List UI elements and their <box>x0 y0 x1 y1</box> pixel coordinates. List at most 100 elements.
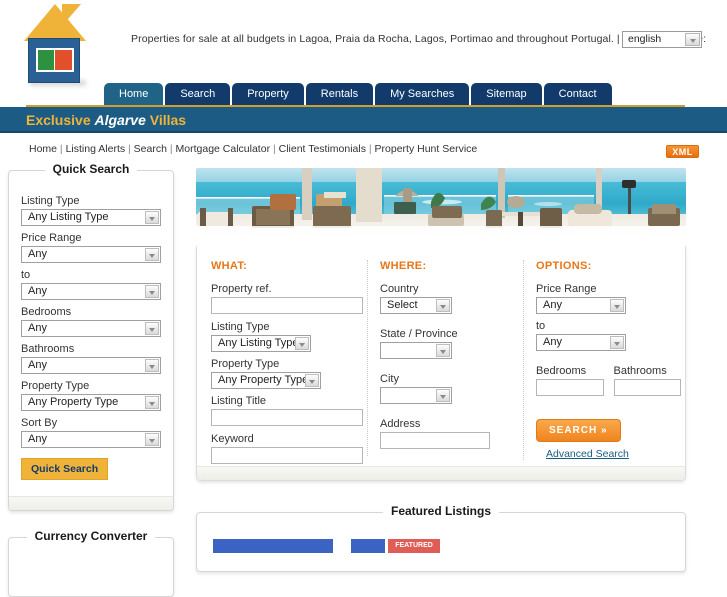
search-panel-footer <box>197 466 685 480</box>
chevron-down-icon <box>145 433 159 446</box>
currency-converter-panel: Currency Converter <box>8 529 174 597</box>
page-header: Properties for sale at all budgets in La… <box>0 0 727 86</box>
search-what-heading: WHAT: <box>211 260 248 272</box>
input-listing-title[interactable] <box>211 409 363 426</box>
featured-listing-thumb[interactable] <box>213 539 333 553</box>
select-property-type[interactable]: Any Property Type <box>211 372 321 389</box>
site-tagline: Properties for sale at all budgets in La… <box>131 33 707 45</box>
bathrooms-group: Bathrooms <box>613 365 681 403</box>
secondary-nav-links: Home | Listing Alerts | Search | Mortgag… <box>29 143 477 155</box>
hero-banner-image <box>196 168 686 246</box>
nav-tab-search[interactable]: Search <box>165 83 231 105</box>
brand-band: Exclusive Algarve Villas <box>0 107 727 133</box>
input-keyword[interactable] <box>211 447 363 464</box>
nav-tab-property[interactable]: Property <box>232 83 304 105</box>
label-listing-type: Listing Type <box>211 321 270 333</box>
select-listing-type-value: Any Listing Type <box>218 337 299 349</box>
main-content: WHAT: Property ref. Listing Type Any Lis… <box>196 168 686 481</box>
select-opt-price-min[interactable]: Any <box>536 297 626 314</box>
search-submit-button[interactable]: SEARCH » <box>536 419 621 442</box>
logo-flag-green <box>38 50 54 70</box>
chevron-down-icon <box>295 337 309 350</box>
qs-select-sort-by-value: Any <box>28 433 47 445</box>
label-city: City <box>380 373 399 385</box>
qs-label-property-type: Property Type <box>21 380 90 392</box>
main-navigation: Home Search Property Rentals My Searches… <box>0 83 727 107</box>
qs-select-property-type-value: Any Property Type <box>28 396 119 408</box>
select-opt-price-min-value: Any <box>543 299 562 311</box>
sidebar: Quick Search Listing Type Any Listing Ty… <box>8 162 174 597</box>
subnav-item-mortgage-calculator[interactable]: Mortgage Calculator <box>176 143 271 155</box>
property-search-form: WHAT: Property ref. Listing Type Any Lis… <box>196 246 686 481</box>
qs-select-price-max[interactable]: Any <box>21 283 161 300</box>
subnav-item-property-hunt-service[interactable]: Property Hunt Service <box>375 143 478 155</box>
select-city[interactable] <box>380 387 452 404</box>
quick-search-title: Quick Search <box>9 162 173 176</box>
logo-roof-accent-icon <box>62 4 81 26</box>
nav-tab-rentals[interactable]: Rentals <box>305 83 374 105</box>
search-options-heading: OPTIONS: <box>536 260 592 272</box>
bed-bath-row: Bedrooms Bathrooms <box>536 365 681 403</box>
subnav-item-home[interactable]: Home <box>29 143 57 155</box>
qs-select-sort-by[interactable]: Any <box>21 431 161 448</box>
qs-select-price-min[interactable]: Any <box>21 246 161 263</box>
nav-tab-my-searches[interactable]: My Searches <box>375 83 470 105</box>
chevron-down-icon <box>305 374 319 387</box>
xml-feed-button[interactable]: XML <box>666 145 699 158</box>
input-bathrooms[interactable] <box>613 379 681 396</box>
qs-select-price-max-value: Any <box>28 285 47 297</box>
logo-house-body <box>28 38 80 83</box>
subnav-item-search[interactable]: Search <box>134 143 167 155</box>
language-select-value: english <box>628 33 662 45</box>
search-column-what: WHAT: Property ref. Listing Type Any Lis… <box>211 260 363 471</box>
quick-search-button[interactable]: Quick Search <box>21 458 109 480</box>
featured-listing-thumb-2[interactable] <box>351 539 385 553</box>
search-where-heading: WHERE: <box>380 260 427 272</box>
nav-tab-list: Home Search Property Rentals My Searches… <box>104 83 612 105</box>
secondary-navigation: Home | Listing Alerts | Search | Mortgag… <box>0 135 727 163</box>
chevron-down-icon <box>145 211 159 224</box>
brand-word-villas: Villas <box>149 112 187 128</box>
quick-search-panel: Quick Search Listing Type Any Listing Ty… <box>8 162 174 511</box>
chevron-down-icon <box>610 336 624 349</box>
subnav-item-listing-alerts[interactable]: Listing Alerts <box>66 143 126 155</box>
nav-tab-contact[interactable]: Contact <box>543 83 612 105</box>
qs-select-bathrooms[interactable]: Any <box>21 357 161 374</box>
input-property-ref[interactable] <box>211 297 363 314</box>
hero-illustration-icon <box>196 168 686 246</box>
select-listing-type[interactable]: Any Listing Type <box>211 335 311 352</box>
featured-listings-panel: Featured Listings FEATURED <box>196 504 686 572</box>
qs-select-listing-type[interactable]: Any Listing Type <box>21 209 161 226</box>
qs-select-listing-type-value: Any Listing Type <box>28 211 109 223</box>
featured-badge: FEATURED <box>388 539 440 553</box>
qs-select-bedrooms[interactable]: Any <box>21 320 161 337</box>
house-logo[interactable] <box>22 2 100 86</box>
subnav-sep-5: | <box>365 143 375 155</box>
search-column-where: WHERE: Country Select State / Province C… <box>367 260 515 456</box>
label-opt-to: to <box>536 320 546 332</box>
select-state-province[interactable] <box>380 342 452 359</box>
advanced-search-link[interactable]: Advanced Search <box>546 448 681 460</box>
subnav-sep-4: | <box>270 143 279 155</box>
input-bedrooms[interactable] <box>536 379 604 396</box>
qs-select-property-type[interactable]: Any Property Type <box>21 394 161 411</box>
input-address[interactable] <box>380 432 490 449</box>
label-address: Address <box>380 418 421 430</box>
nav-tab-home[interactable]: Home <box>104 83 164 105</box>
qs-label-price-range: Price Range <box>21 232 82 244</box>
select-country[interactable]: Select <box>380 297 452 314</box>
select-property-type-value: Any Property Type <box>218 374 309 386</box>
featured-listing-row: FEATURED <box>213 539 440 553</box>
brand-word-exclusive: Exclusive <box>26 112 91 128</box>
chevron-down-icon <box>610 299 624 312</box>
chevron-down-icon <box>145 248 159 261</box>
subnav-item-client-testimonials[interactable]: Client Testimonials <box>279 143 366 155</box>
qs-label-sort-by: Sort By <box>21 417 58 429</box>
chevron-down-icon <box>436 344 450 357</box>
language-select[interactable]: english <box>622 31 702 48</box>
qs-select-bathrooms-value: Any <box>28 359 47 371</box>
select-opt-price-max[interactable]: Any <box>536 334 626 351</box>
qs-label-listing-type: Listing Type <box>21 195 80 207</box>
select-opt-price-max-value: Any <box>543 336 562 348</box>
nav-tab-sitemap[interactable]: Sitemap <box>471 83 542 105</box>
